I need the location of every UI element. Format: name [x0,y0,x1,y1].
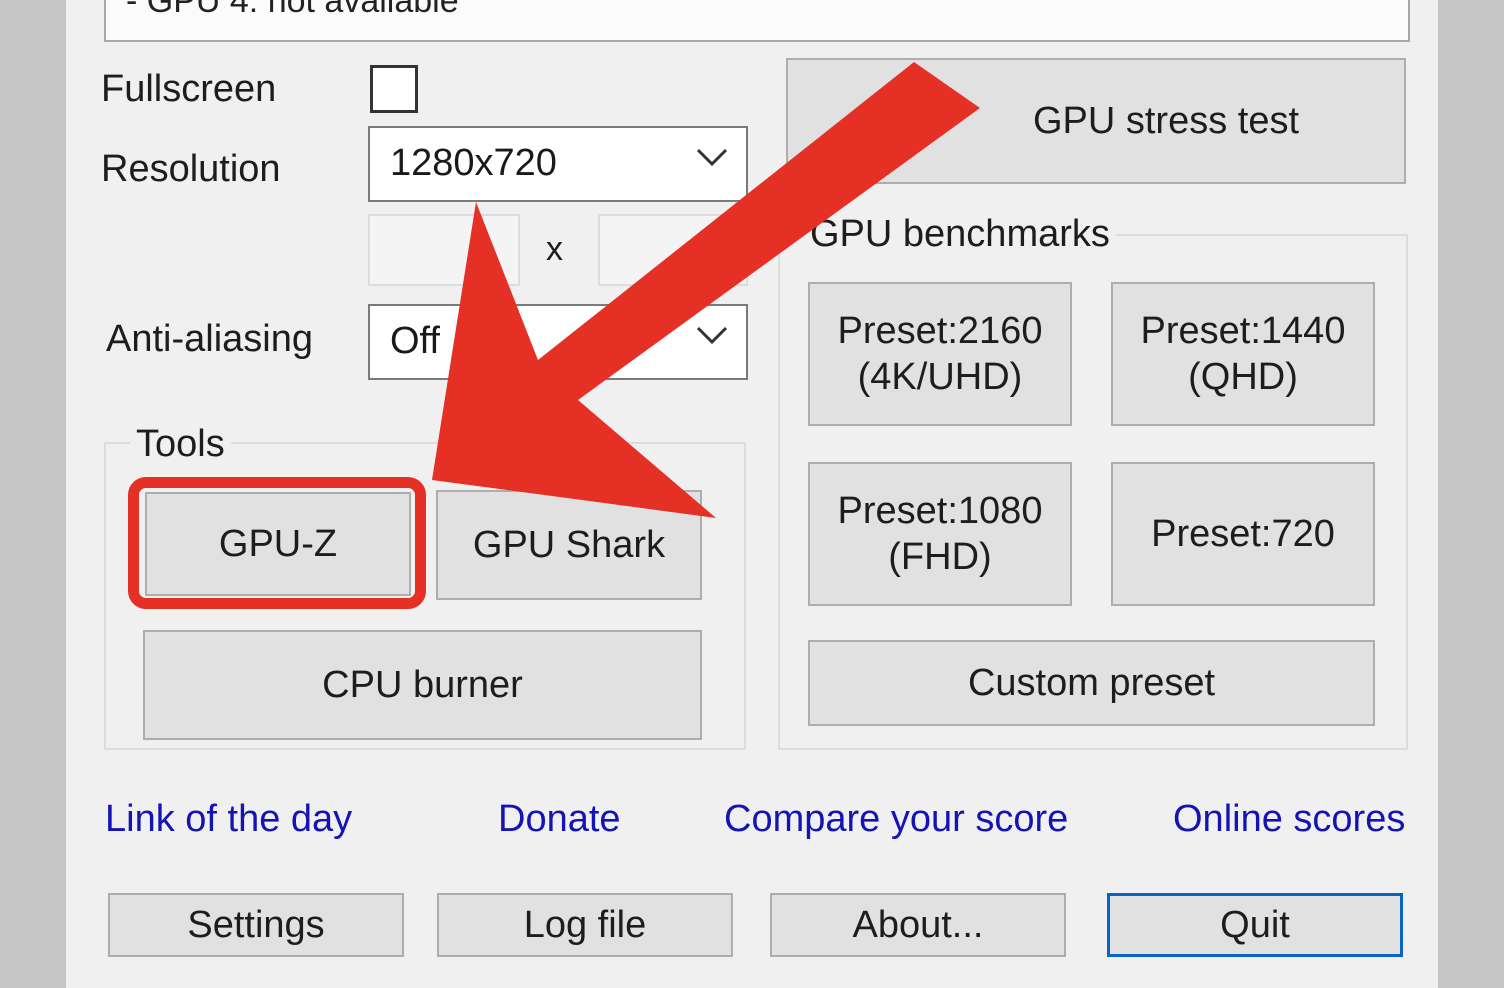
gpu-benchmarks-title: GPU benchmarks [804,214,1116,254]
resolution-label: Resolution [101,148,281,190]
antialiasing-select[interactable]: Off [368,304,748,380]
resolution-value: 1280x720 [390,142,557,184]
custom-preset-button[interactable]: Custom preset [808,640,1375,726]
tools-group-title: Tools [130,424,231,464]
gpu-info-line: - GPU 4: not available [126,0,459,20]
gpu-shark-button[interactable]: GPU Shark [436,490,702,600]
cpu-burner-button[interactable]: CPU burner [143,630,702,740]
gpu-info-box: - GPU 4: not available [104,0,1410,42]
chevron-down-icon [696,148,728,167]
online-scores-link[interactable]: Online scores [1173,798,1405,841]
custom-height-input[interactable] [598,214,748,286]
preset-2160-button[interactable]: Preset:2160 (4K/UHD) [808,282,1072,426]
log-file-button[interactable]: Log file [437,893,733,957]
resolution-select[interactable]: 1280x720 [368,126,748,202]
antialiasing-value: Off [390,320,440,362]
preset-720-button[interactable]: Preset:720 [1111,462,1375,606]
settings-button[interactable]: Settings [108,893,404,957]
custom-width-input[interactable] [368,214,520,286]
antialiasing-label: Anti-aliasing [106,318,313,360]
preset-1080-button[interactable]: Preset:1080 (FHD) [808,462,1072,606]
gpu-z-highlight-box [128,477,426,609]
compare-score-link[interactable]: Compare your score [724,798,1068,841]
link-of-the-day[interactable]: Link of the day [105,798,352,841]
fullscreen-label: Fullscreen [101,68,277,110]
about-button[interactable]: About... [770,893,1066,957]
quit-button[interactable]: Quit [1107,893,1403,957]
preset-1440-button[interactable]: Preset:1440 (QHD) [1111,282,1375,426]
donate-link[interactable]: Donate [498,798,621,841]
gpu-stress-test-button[interactable]: GPU stress test [786,58,1406,184]
fullscreen-checkbox[interactable] [370,65,418,113]
chevron-down-icon [696,326,728,345]
resolution-separator: x [546,230,563,268]
